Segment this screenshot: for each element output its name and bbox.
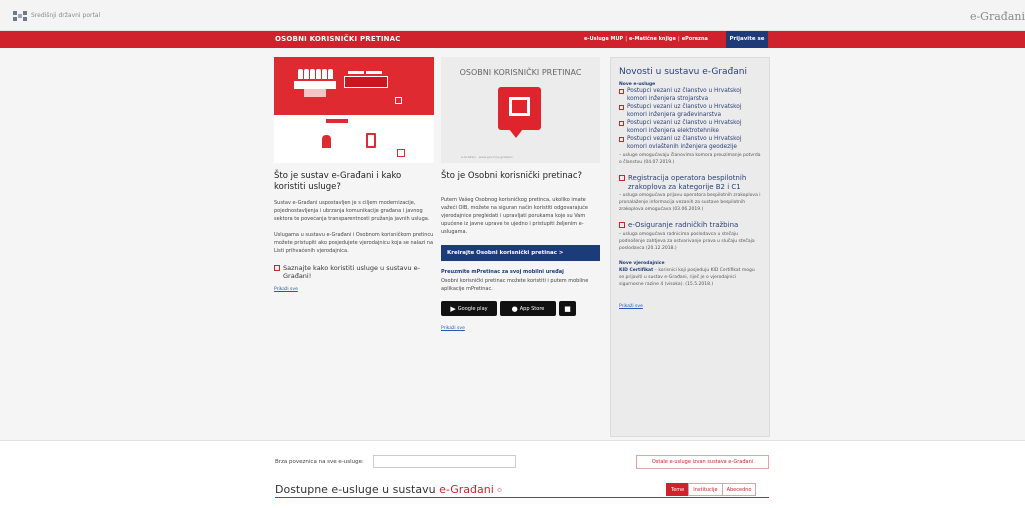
- external-link-icon: [619, 175, 625, 181]
- available-services-accent: e-Građani: [439, 483, 494, 496]
- apple-icon: ●: [511, 304, 518, 313]
- about-show-all-link[interactable]: Prikaži sve: [274, 287, 434, 292]
- mailbox-hero-title: OSOBNI KORISNIČKI PRETINAC: [459, 68, 582, 77]
- speech-bubble-icon: [498, 87, 541, 130]
- page: Središnji državni portal e-Građani OSOBN…: [0, 0, 1025, 508]
- news-item[interactable]: Postupci vezani uz članstvo u Hrvatskoj …: [619, 104, 761, 119]
- windows-store-icon: ■: [564, 304, 571, 313]
- brand-title[interactable]: e-Građani: [970, 10, 1025, 23]
- app-store-badges: ▶ Google play ● App Store ■: [441, 301, 600, 316]
- about-column: Što je sustav e-Građani i kako koristiti…: [274, 57, 434, 292]
- top-bar: Središnji državni portal e-Građani: [0, 0, 1025, 31]
- how-to-use-link[interactable]: Saznajte kako koristiti usluge u sustavu…: [274, 264, 434, 280]
- other-services-button[interactable]: Ostale e-usluge izvan sustava e-Građani: [636, 455, 769, 469]
- services-tabs: Teme Institucije Abecedno: [666, 483, 757, 496]
- nav-links: e-Usluge MUP | e-Matične knjige | ePorezna: [584, 36, 708, 42]
- services-section: Brza poveznica na sve e-usluge: Ostale e…: [0, 440, 1025, 508]
- news-items-description: – usluge omogućavaju članovima komora pr…: [619, 153, 761, 165]
- about-paragraph-1: Sustav e-Građani uspostavljen je s cilje…: [274, 200, 430, 222]
- external-link-icon: [619, 222, 625, 228]
- external-link-icon: [619, 105, 624, 110]
- about-heading: Što je sustav e-Građani i kako koristiti…: [274, 171, 402, 192]
- mailbox-heading: Što je Osobni korisnički pretinac?: [441, 171, 583, 181]
- nav-link-mup[interactable]: e-Usluge MUP: [584, 36, 623, 42]
- quick-link-label: Brza poveznica na sve e-usluge:: [275, 459, 364, 465]
- how-to-use-label: Saznajte kako koristiti usluge u sustavu…: [283, 264, 421, 280]
- create-mailbox-button[interactable]: Kreirajte Osobni korisnički pretinac >: [441, 245, 600, 261]
- available-services-heading: Dostupne e-usluge u sustavu e-Građani ◇: [275, 483, 502, 496]
- mailbox-paragraph: Putem Vašeg Osobnog korisničkog pretinca…: [441, 197, 588, 235]
- app-store-badge[interactable]: ● App Store: [500, 301, 556, 316]
- news-item-insurance[interactable]: e-Osiguranje radničkih tražbina: [619, 221, 761, 230]
- external-link-icon: [619, 89, 624, 94]
- nav-link-eporezna[interactable]: ePorezna: [682, 36, 708, 42]
- news-item[interactable]: Postupci vezani uz članstvo u Hrvatskoj …: [619, 136, 761, 151]
- nav-link-maticne-knjige[interactable]: e-Matične knjige: [629, 36, 676, 42]
- google-play-badge[interactable]: ▶ Google play: [441, 301, 497, 316]
- heading-divider: [275, 497, 769, 498]
- new-services-heading: Nove e-usluge: [619, 82, 656, 87]
- mailbox-hero-footer: e-Građani · www.gov.hr/e-gradjani: [461, 155, 513, 159]
- portal-name-link[interactable]: Središnji državni portal: [31, 12, 100, 19]
- external-link-icon: [619, 137, 624, 142]
- news-item[interactable]: Postupci vezani uz članstvo u Hrvatskoj …: [619, 88, 761, 103]
- credential-description: KID Certifikat – korisnici koji posjeduj…: [619, 267, 755, 287]
- nav-title[interactable]: OSOBNI KORISNIČKI PRETINAC: [275, 35, 401, 43]
- news-item-drones[interactable]: Registracija operatora bespilotnih zrako…: [619, 174, 761, 191]
- about-illustration: [274, 57, 434, 163]
- mobile-app-heading: Preuzmite mPretinac za svoj mobilni uređ…: [441, 269, 564, 275]
- news-insurance-description: – usluga omogućava radnicima poslodavca …: [619, 231, 755, 251]
- chevron-down-icon[interactable]: ◇: [497, 487, 502, 494]
- about-paragraph-2: Uslugama u sustavu e-Građani i Osobnom k…: [274, 232, 434, 254]
- mailbox-illustration: OSOBNI KORISNIČKI PRETINAC e-Građani · w…: [441, 57, 600, 163]
- news-panel: Novosti u sustavu e-Građani Nove e-uslug…: [610, 57, 770, 437]
- tab-abecedno[interactable]: Abecedno: [721, 483, 757, 496]
- tab-institucije[interactable]: Institucije: [688, 483, 723, 496]
- mobile-app-text: Osobni korisnički pretinac možete korist…: [441, 278, 589, 292]
- new-credentials-heading: Nove vjerodajnice: [619, 260, 665, 266]
- main-nav: OSOBNI KORISNIČKI PRETINAC e-Usluge MUP |…: [0, 31, 1025, 48]
- windows-store-badge[interactable]: ■: [559, 301, 576, 316]
- news-show-all-link[interactable]: Prikaži sve: [619, 304, 769, 309]
- mailbox-show-all-link[interactable]: Prikaži sve: [441, 326, 600, 331]
- news-title: Novosti u sustavu e-Građani: [619, 67, 747, 77]
- play-triangle-icon: ▶: [450, 304, 456, 313]
- news-drones-description: – usluga omogućava prijavu operatora bes…: [619, 193, 761, 212]
- login-button[interactable]: Prijavite se: [726, 31, 768, 48]
- external-link-icon: [274, 265, 280, 271]
- news-item[interactable]: Postupci vezani uz članstvo u Hrvatskoj …: [619, 120, 761, 135]
- external-link-icon: [619, 121, 624, 126]
- credential-name: KID Certifikat: [619, 267, 654, 273]
- tab-teme[interactable]: Teme: [666, 483, 690, 496]
- quick-link-input[interactable]: [373, 455, 516, 468]
- gov-portal-logo-icon[interactable]: [13, 11, 27, 21]
- mailbox-column: OSOBNI KORISNIČKI PRETINAC e-Građani · w…: [441, 57, 600, 331]
